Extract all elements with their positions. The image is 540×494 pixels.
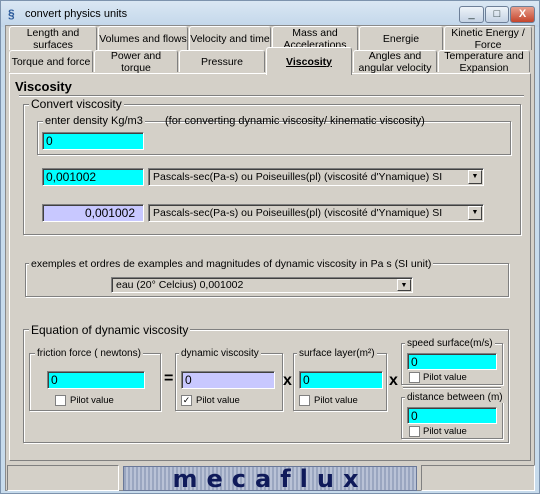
speed-pilot-label: Pilot value <box>423 372 467 383</box>
friction-pilot-label: Pilot value <box>70 395 114 406</box>
distance-pilot-label: Pilot value <box>423 426 467 437</box>
dynamic-pilot-checkbox[interactable]: ✓ <box>181 395 192 406</box>
times-sign-2: x <box>389 372 398 389</box>
times-sign: x <box>283 372 292 389</box>
surface-pilot-checkbox[interactable] <box>299 395 310 406</box>
chevron-down-icon[interactable]: ▼ <box>397 279 411 291</box>
equation-legend: Equation of dynamic viscosity <box>29 323 191 337</box>
distance-input[interactable] <box>407 407 497 424</box>
output-unit-select[interactable]: Pascals-sec(Pa-s) ou Poiseuilles(pl) (vi… <box>148 204 484 222</box>
input-unit-select[interactable]: Pascals-sec(Pa-s) ou Poiseuilles(pl) (vi… <box>148 168 484 186</box>
density-input[interactable] <box>42 132 144 150</box>
tab-power-torque[interactable]: Power and torque <box>94 50 178 74</box>
tab-pressure[interactable]: Pressure <box>179 50 265 72</box>
examples-value: eau (20° Celcius) 0,001002 <box>116 279 244 291</box>
tab-length-surfaces[interactable]: Length and surfaces <box>9 26 97 51</box>
surface-label: surface layer(m²) <box>297 348 377 359</box>
close-button[interactable]: X <box>510 6 535 23</box>
status-pane-left <box>7 465 119 491</box>
speed-pilot-checkbox[interactable] <box>409 372 420 383</box>
input-unit-value: Pascals-sec(Pa-s) ou Poiseuilles(pl) (vi… <box>153 171 443 183</box>
tab-viscosity[interactable]: Viscosity <box>266 47 352 75</box>
equals-sign: = <box>164 370 174 387</box>
friction-label: friction force ( newtons) <box>35 348 143 359</box>
minimize-button[interactable]: _ <box>459 6 484 23</box>
surface-input[interactable] <box>299 371 383 389</box>
maximize-button[interactable]: □ <box>485 6 509 23</box>
dynamic-label: dynamic viscosity <box>179 348 261 359</box>
friction-input[interactable] <box>47 371 145 389</box>
surface-pilot-label: Pilot value <box>314 395 358 406</box>
chevron-down-icon[interactable]: ▼ <box>468 170 482 184</box>
output-unit-value: Pascals-sec(Pa-s) ou Poiseuilles(pl) (vi… <box>153 207 443 219</box>
tab-velocity-time[interactable]: Velocity and time <box>189 26 271 50</box>
panel-title: Viscosity <box>15 79 72 94</box>
examples-legend: exemples et ordres de examples and magni… <box>29 258 434 270</box>
dynamic-pilot-label: Pilot value <box>196 395 240 406</box>
viscosity-output[interactable] <box>42 204 144 222</box>
app-window: § convert physics units _ □ X Length and… <box>0 0 540 494</box>
tab-kinetic-energy-force[interactable]: Kinetic Energy / Force <box>444 26 532 51</box>
friction-pilot-checkbox[interactable] <box>55 395 66 406</box>
speed-input[interactable] <box>407 353 497 370</box>
distance-label: distance between (m) <box>405 392 505 403</box>
chevron-down-icon[interactable]: ▼ <box>468 206 482 220</box>
tab-energie[interactable]: Energie <box>359 26 443 50</box>
examples-select[interactable]: eau (20° Celcius) 0,001002 ▼ <box>111 277 413 293</box>
logo-text: mecaflux <box>172 465 368 493</box>
viscosity-input[interactable] <box>42 168 144 186</box>
fraction-bar <box>403 387 501 389</box>
distance-pilot-checkbox[interactable] <box>409 426 420 437</box>
app-icon: § <box>8 7 15 21</box>
speed-label: speed surface(m/s) <box>405 338 495 349</box>
status-pane-right <box>421 465 535 491</box>
density-legend: enter density Kg/m3 <box>43 115 145 127</box>
mecaflux-logo: mecaflux <box>123 465 417 493</box>
tab-torque-force[interactable]: Torque and force <box>9 50 93 72</box>
window-title: convert physics units <box>25 8 128 20</box>
tab-temperature-expansion[interactable]: Temperature and Expansion <box>438 50 530 74</box>
density-note: (for converting dynamic viscosity/ kinem… <box>165 115 425 127</box>
title-bar: § convert physics units _ □ X <box>1 1 539 27</box>
dynamic-input[interactable] <box>181 371 275 389</box>
convert-viscosity-legend: Convert viscosity <box>29 97 124 111</box>
tab-volumes-flows[interactable]: Volumes and flows <box>98 26 188 50</box>
tab-angles-angular-velocity[interactable]: Angles and angular velocity <box>353 50 437 74</box>
